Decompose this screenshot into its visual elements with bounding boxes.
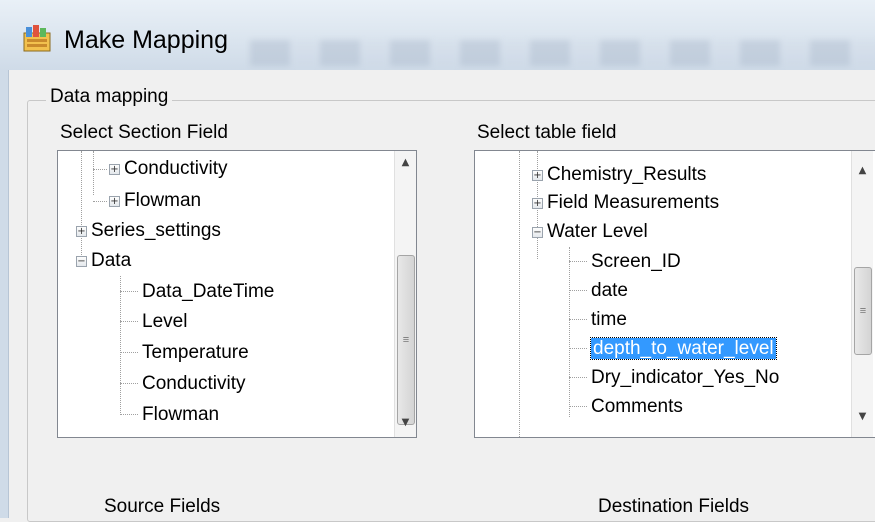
tree-item-flowman-data[interactable]: Flowman bbox=[142, 400, 219, 430]
scroll-up-icon[interactable]: ▲ bbox=[395, 153, 416, 173]
right-tree-scrollbar[interactable]: ▲ ≡ ▼ bbox=[851, 151, 873, 437]
tree-item-water-level[interactable]: Water Level bbox=[547, 217, 648, 247]
select-section-field-label: Select Section Field bbox=[60, 122, 228, 143]
expand-icon[interactable]: + bbox=[109, 164, 120, 175]
tree-line bbox=[569, 319, 587, 320]
destination-fields-label: Destination Fields bbox=[598, 496, 750, 517]
tree-line bbox=[569, 348, 587, 349]
collapse-icon[interactable]: − bbox=[532, 227, 543, 238]
group-legend: Data mapping bbox=[46, 86, 173, 108]
tree-item-comments[interactable]: Comments bbox=[591, 392, 683, 422]
expand-icon[interactable]: + bbox=[532, 198, 543, 209]
expand-icon[interactable]: + bbox=[109, 196, 120, 207]
collapse-icon[interactable]: − bbox=[76, 256, 87, 267]
tree-line bbox=[519, 151, 520, 437]
selected-item-label: depth_to_water_level bbox=[590, 337, 777, 360]
tree-item-dry-indicator[interactable]: Dry_indicator_Yes_No bbox=[591, 363, 779, 393]
tree-line bbox=[93, 151, 94, 195]
tree-item-date[interactable]: date bbox=[591, 276, 628, 306]
tree-line bbox=[569, 406, 587, 407]
tree-line bbox=[120, 352, 138, 353]
tree-line bbox=[93, 201, 107, 202]
tree-item-data[interactable]: Data bbox=[91, 246, 131, 276]
scroll-down-icon[interactable]: ▼ bbox=[395, 413, 416, 433]
tree-item-data-datetime[interactable]: Data_DateTime bbox=[142, 277, 274, 307]
tree-item-series-settings[interactable]: Series_settings bbox=[91, 216, 221, 246]
tree-item-conductivity[interactable]: Conductivity bbox=[124, 154, 228, 184]
tree-line bbox=[569, 247, 570, 417]
scroll-down-icon[interactable]: ▼ bbox=[852, 407, 873, 427]
tree-line bbox=[93, 169, 107, 170]
app-icon bbox=[23, 25, 51, 52]
table-field-tree[interactable]: + Chemistry_Results + Field Measurements… bbox=[474, 150, 875, 438]
tree-item-chemistry-results[interactable]: Chemistry_Results bbox=[547, 160, 706, 190]
select-table-field-label: Select table field bbox=[477, 122, 617, 143]
tree-line bbox=[120, 276, 121, 415]
tree-item-screen-id[interactable]: Screen_ID bbox=[591, 247, 681, 277]
tree-item-temperature[interactable]: Temperature bbox=[142, 338, 249, 368]
tree-line bbox=[81, 151, 82, 267]
expand-icon[interactable]: + bbox=[76, 226, 87, 237]
window-title: Make Mapping bbox=[64, 26, 228, 54]
tree-item-time[interactable]: time bbox=[591, 305, 627, 335]
tree-item-level[interactable]: Level bbox=[142, 307, 187, 337]
title-bar[interactable]: Make Mapping bbox=[0, 0, 875, 71]
tree-line bbox=[120, 291, 138, 292]
scroll-thumb[interactable]: ≡ bbox=[397, 255, 415, 425]
left-tree-scrollbar[interactable]: ▲ ≡ ▼ bbox=[394, 151, 416, 437]
tree-line bbox=[120, 321, 138, 322]
expand-icon[interactable]: + bbox=[532, 170, 543, 181]
tree-item-field-measurements[interactable]: Field Measurements bbox=[547, 188, 719, 218]
window-frame-left bbox=[0, 70, 8, 518]
tree-line bbox=[120, 414, 138, 415]
tree-line bbox=[120, 383, 138, 384]
source-fields-label: Source Fields bbox=[104, 496, 221, 517]
section-field-tree[interactable]: + Conductivity + Flowman + Series_settin… bbox=[57, 150, 417, 438]
tree-line bbox=[569, 261, 587, 262]
title-bar-background bbox=[250, 40, 875, 66]
scroll-thumb[interactable]: ≡ bbox=[854, 267, 872, 355]
tree-item-depth-to-water-level[interactable]: depth_to_water_level bbox=[590, 334, 777, 364]
tree-item-conductivity-data[interactable]: Conductivity bbox=[142, 369, 246, 399]
tree-item-flowman[interactable]: Flowman bbox=[124, 186, 201, 216]
tree-line bbox=[569, 290, 587, 291]
scroll-up-icon[interactable]: ▲ bbox=[852, 161, 873, 181]
tree-line bbox=[569, 377, 587, 378]
